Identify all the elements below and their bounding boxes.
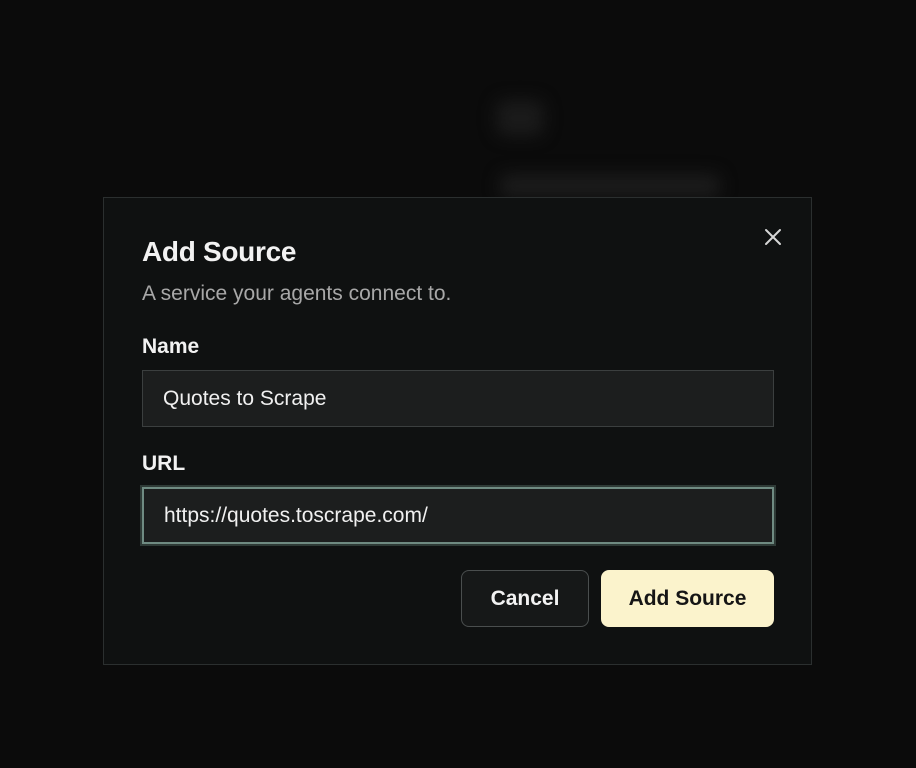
close-icon <box>765 229 781 245</box>
cancel-button[interactable]: Cancel <box>461 570 589 627</box>
name-input[interactable] <box>142 370 774 427</box>
add-source-button[interactable]: Add Source <box>601 570 774 627</box>
dialog-title: Add Source <box>142 236 297 267</box>
add-source-dialog: Add Source A service your agents connect… <box>103 197 812 665</box>
url-label: URL <box>142 452 186 475</box>
name-label: Name <box>142 335 200 358</box>
blurred-background-element <box>496 100 544 136</box>
close-button[interactable] <box>761 225 785 249</box>
blurred-background-element <box>500 174 720 198</box>
dialog-subtitle: A service your agents connect to. <box>142 282 452 305</box>
url-input[interactable] <box>142 487 774 544</box>
